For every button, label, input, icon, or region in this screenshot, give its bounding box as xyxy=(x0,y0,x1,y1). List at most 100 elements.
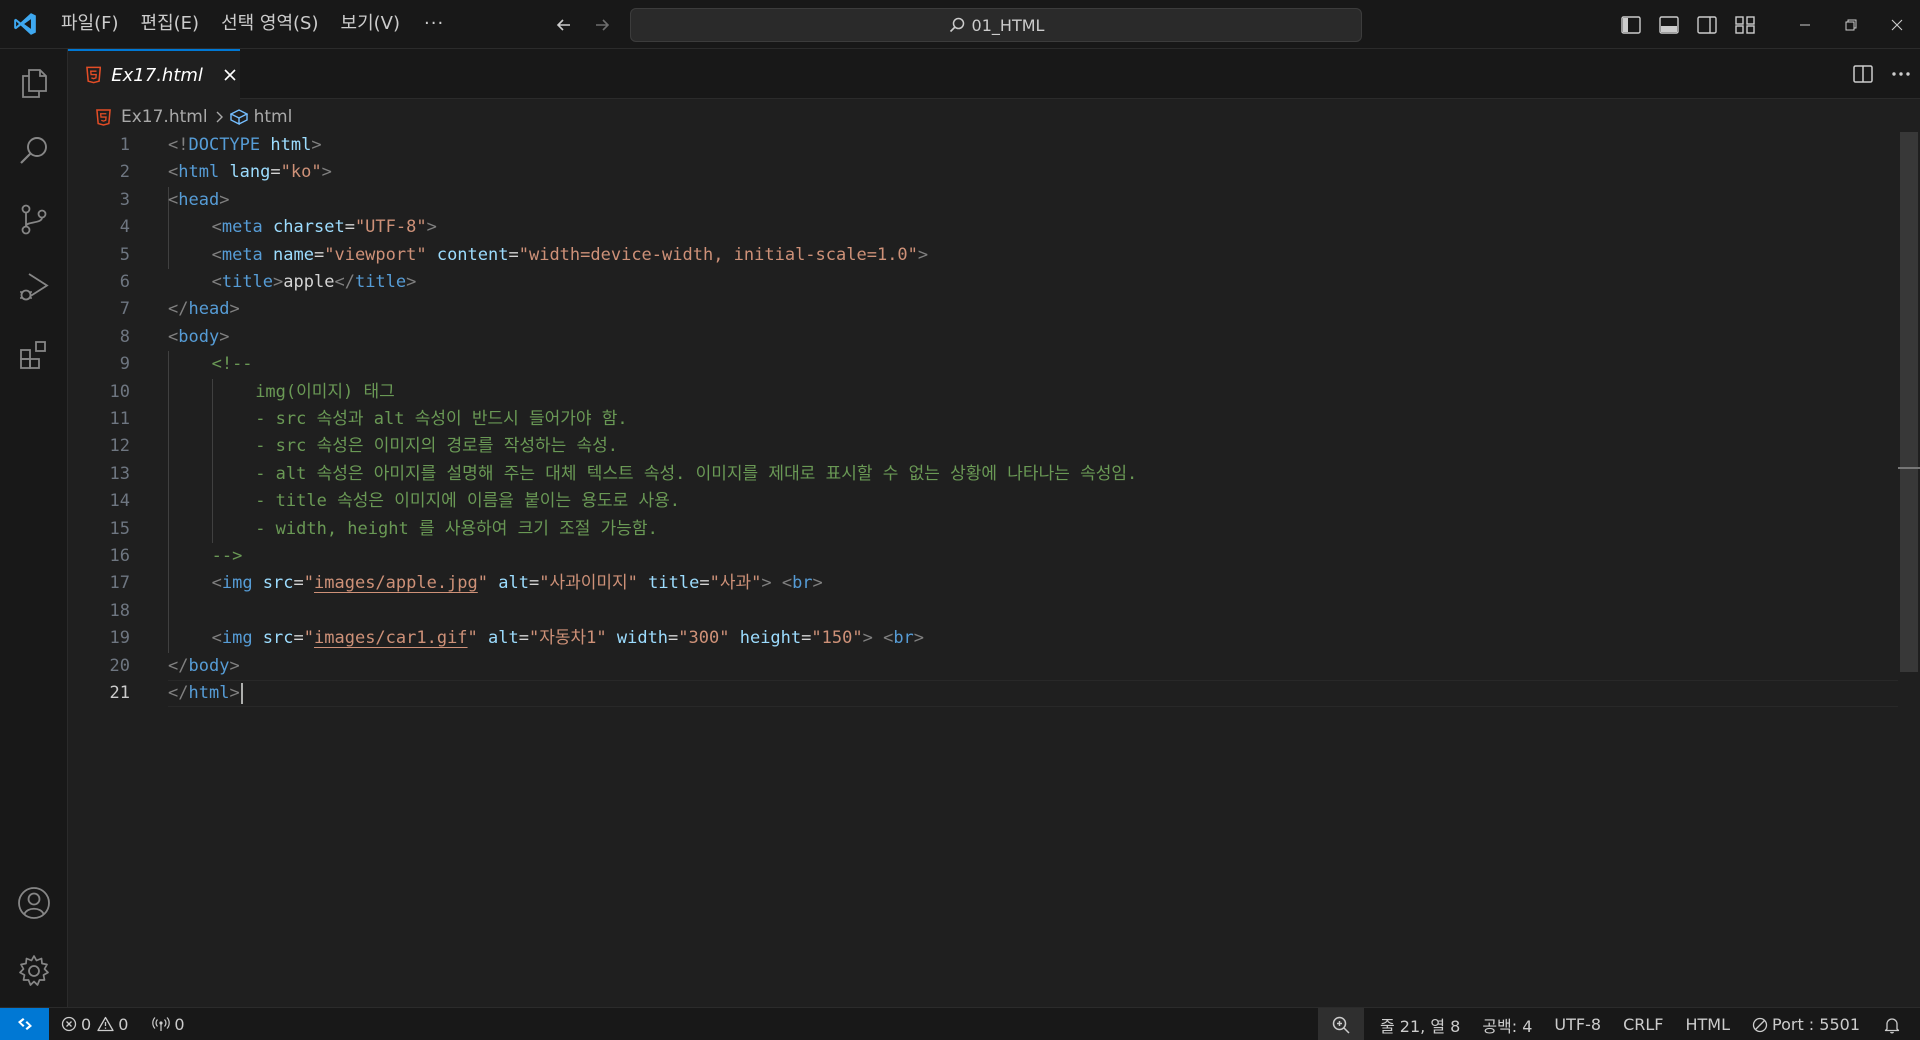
restore-icon[interactable] xyxy=(1828,0,1874,49)
breadcrumb: Ex17.html html xyxy=(96,104,292,130)
token-attribute: name xyxy=(262,244,314,265)
scrollbar-thumb[interactable] xyxy=(1900,132,1918,672)
menu-view[interactable]: 보기(V) xyxy=(330,8,411,40)
problems-indicator[interactable]: 0 0 xyxy=(53,1008,136,1040)
token-tag: title xyxy=(221,272,274,292)
breadcrumb-symbol[interactable]: html xyxy=(254,107,293,127)
token-punctuation: > xyxy=(917,244,929,265)
toggle-primary-sidebar-icon[interactable] xyxy=(1612,0,1650,49)
line-number: 18 xyxy=(109,600,130,621)
editor-scrollbar[interactable] xyxy=(1898,132,1920,1007)
notifications-icon[interactable] xyxy=(1876,1008,1908,1040)
token-quote: " xyxy=(303,628,315,649)
remote-indicator-icon[interactable] xyxy=(0,1007,49,1040)
window-controls xyxy=(1612,0,1920,49)
token-punctuation: < xyxy=(211,628,222,649)
menu-file[interactable]: 파일(F) xyxy=(50,8,130,40)
explorer-icon[interactable] xyxy=(0,49,68,117)
customize-layout-icon[interactable] xyxy=(1726,0,1764,49)
search-text: 01_HTML xyxy=(971,15,1045,35)
token-punctuation: < xyxy=(211,244,222,265)
line-code: <meta name="viewport" content="width=dev… xyxy=(212,242,929,269)
language-mode[interactable]: HTML xyxy=(1677,1008,1738,1040)
line-number: 10 xyxy=(109,381,130,402)
menu-more-button[interactable]: ··· xyxy=(411,8,457,40)
token-equals: = xyxy=(668,628,679,649)
ports-count: 0 xyxy=(174,1014,185,1034)
editor-tabs: Ex17.html xyxy=(68,49,1920,99)
search-icon[interactable] xyxy=(0,117,68,185)
code-line-15: 15 - width, height 를 사용하여 크기 조절 가능함. xyxy=(68,516,1920,543)
back-arrow-icon[interactable] xyxy=(548,9,580,41)
close-window-icon[interactable] xyxy=(1874,0,1920,49)
minimize-icon[interactable] xyxy=(1782,0,1828,49)
token-quote: " xyxy=(303,573,315,594)
token-equals: = xyxy=(313,244,325,265)
toggle-secondary-sidebar-icon[interactable] xyxy=(1688,0,1726,49)
token-punctuation: < xyxy=(168,162,179,183)
token-link[interactable]: images/car1.gif xyxy=(314,628,468,648)
token-punctuation: > xyxy=(219,189,230,210)
close-icon[interactable] xyxy=(221,65,240,85)
command-center-search[interactable]: 01_HTML xyxy=(630,8,1362,42)
zoom-icon[interactable] xyxy=(1317,1008,1364,1040)
toggle-panel-icon[interactable] xyxy=(1650,0,1688,49)
token-attribute: html xyxy=(260,135,312,155)
token-string: "ko" xyxy=(280,162,322,183)
token-punctuation: > xyxy=(862,628,873,649)
account-icon[interactable] xyxy=(0,869,68,937)
token-tag: body xyxy=(178,326,220,347)
token-string: "자동차1" xyxy=(529,628,607,649)
run-debug-icon[interactable] xyxy=(0,253,68,321)
source-control-icon[interactable] xyxy=(0,185,68,253)
token-punctuation: > xyxy=(273,272,284,292)
token-quote: " xyxy=(467,628,478,649)
token-tag: title xyxy=(354,272,407,292)
extensions-icon[interactable] xyxy=(0,321,68,389)
line-number: 20 xyxy=(109,655,130,676)
indentation[interactable]: 공백: 4 xyxy=(1474,1008,1540,1040)
code-line-14: 14 - title 속성은 이미지에 이름을 붙이는 용도로 사용. xyxy=(68,488,1920,515)
ports-indicator[interactable]: 0 xyxy=(144,1008,192,1040)
token-tag: html xyxy=(178,162,220,183)
line-ending[interactable]: CRLF xyxy=(1615,1008,1671,1040)
line-number: 11 xyxy=(109,409,130,429)
live-server-port[interactable]: Port : 5501 xyxy=(1744,1008,1868,1040)
chevron-right-icon xyxy=(216,111,223,123)
encoding[interactable]: UTF-8 xyxy=(1546,1008,1609,1040)
token-string: "UTF-8" xyxy=(354,217,427,238)
code-editor[interactable]: 1 <!DOCTYPE html> 2 <html lang="ko"> 3 <… xyxy=(68,132,1920,1007)
split-editor-icon[interactable] xyxy=(1844,49,1882,99)
token-tag: body xyxy=(188,655,230,676)
forward-arrow-icon[interactable] xyxy=(586,9,618,41)
port-label: Port : 5501 xyxy=(1772,1015,1860,1034)
token-punctuation: </ xyxy=(168,299,189,320)
error-count: 0 xyxy=(81,1014,92,1034)
token-link[interactable]: images/apple.jpg xyxy=(314,573,478,593)
html-file-icon xyxy=(96,108,111,126)
breadcrumb-file[interactable]: Ex17.html xyxy=(121,107,208,127)
circle-slash-icon xyxy=(1752,1017,1768,1032)
code-line-12: 12 - src 속성은 이미지의 경로를 작성하는 속성. xyxy=(68,433,1920,460)
code-line-18: 18 xyxy=(68,598,1920,625)
menu-edit[interactable]: 편집(E) xyxy=(130,8,211,40)
line-code: <img src="images/apple.jpg" alt="사과이미지" … xyxy=(212,570,823,597)
cursor-position[interactable]: 줄 21, 열 8 xyxy=(1372,1008,1468,1040)
token-text: apple xyxy=(283,272,335,292)
settings-gear-icon[interactable] xyxy=(0,937,68,1005)
more-actions-icon[interactable] xyxy=(1882,49,1920,99)
line-code: - width, height 를 사용하여 크기 조절 가능함. xyxy=(255,518,658,539)
tab-ex17-html[interactable]: Ex17.html xyxy=(68,49,240,99)
line-code: </html> xyxy=(168,680,243,707)
line-number: 19 xyxy=(109,628,130,649)
line-code: <html lang="ko"> xyxy=(168,159,332,186)
token-string: "viewport" xyxy=(324,244,427,265)
token-tag: head xyxy=(178,189,220,210)
line-number: 7 xyxy=(119,299,130,320)
token-string: "150" xyxy=(811,628,863,649)
menu-selection[interactable]: 선택 영역(S) xyxy=(210,8,329,40)
token-punctuation: < xyxy=(168,326,179,347)
token-string: "width=device-width, initial-scale=1.0" xyxy=(518,244,918,265)
token-punctuation: < xyxy=(211,272,222,292)
token-punctuation: > xyxy=(311,135,322,155)
